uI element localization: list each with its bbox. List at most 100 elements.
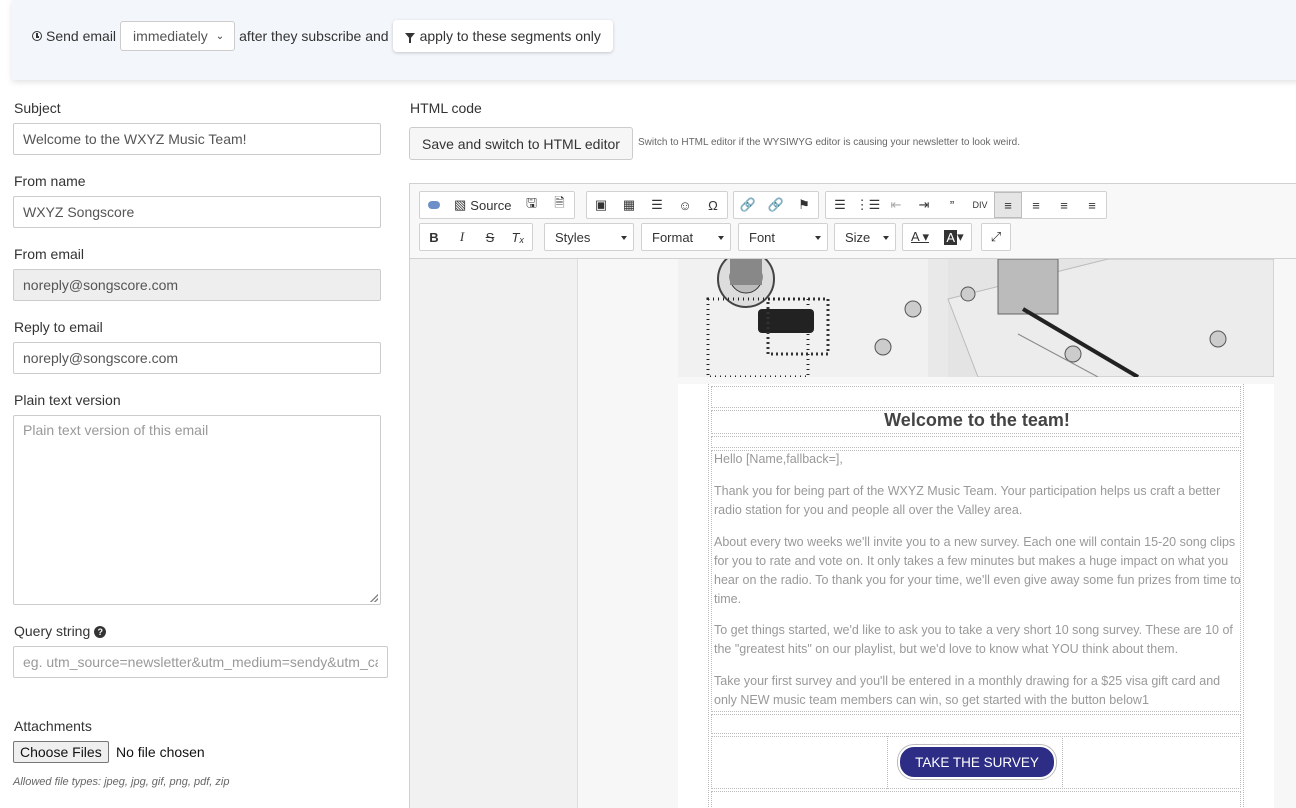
toolbar-group-links: 🔗 🔗 ⚑ <box>733 191 819 219</box>
reply-to-input[interactable]: noreply@songscore.com <box>13 342 381 374</box>
size-combo[interactable]: Size <box>834 223 896 251</box>
indent-icon[interactable]: ⇥ <box>910 192 938 218</box>
plain-text-textarea[interactable]: Plain text version of this email <box>13 415 381 605</box>
email-content-column: Welcome to the team! Hello [Name,fallbac… <box>708 384 1244 808</box>
filter-icon <box>404 33 415 43</box>
source-icon: ▧ <box>454 197 467 212</box>
preview-icon[interactable]: 🗎 <box>546 192 574 218</box>
segments-button-label: apply to these segments only <box>419 28 601 44</box>
plain-text-placeholder: Plain text version of this email <box>23 422 209 438</box>
help-icon[interactable]: ? <box>94 626 107 638</box>
toolbar-group-tools: ⤢ <box>981 223 1011 251</box>
switch-editor-note: Switch to HTML editor if the WYSIWYG edi… <box>638 137 1020 148</box>
email-greeting[interactable]: Hello [Name,fallback=], <box>714 450 1244 469</box>
email-paragraph-3[interactable]: To get things started, we'd like to ask … <box>714 621 1244 659</box>
numbered-list-icon[interactable]: ☰ <box>826 192 854 218</box>
div-container-icon[interactable]: DIV <box>966 192 994 218</box>
smiley-icon[interactable]: ☺ <box>671 192 699 218</box>
header-mixer-image[interactable] <box>678 259 1274 377</box>
align-center-icon[interactable]: ≡ <box>1022 192 1050 218</box>
format-label: Format <box>652 229 694 245</box>
editor-toolbar: ▧ Source 🖫 🗎 ▣ ▦ ☰ ☺ Ω 🔗 🔗 ⚑ ☰ ⋮☰ ⇤ ⇥ ” D… <box>410 184 1296 259</box>
subject-input[interactable]: Welcome to the WXYZ Music Team! <box>13 123 381 155</box>
from-email-input: noreply@songscore.com <box>13 269 381 301</box>
email-paragraph-1[interactable]: Thank you for being part of the WXYZ Mus… <box>714 482 1244 520</box>
background-color-icon[interactable]: A ▾ <box>937 224 971 250</box>
image-icon[interactable]: ▣ <box>587 192 615 218</box>
format-combo[interactable]: Format <box>641 223 731 251</box>
editor-logo-icon[interactable] <box>420 192 448 218</box>
take-survey-button[interactable]: TAKE THE SURVEY <box>898 745 1056 779</box>
source-label: Source <box>470 197 512 213</box>
styles-label: Styles <box>555 229 591 245</box>
no-file-chosen-text: No file chosen <box>116 744 205 760</box>
query-string-placeholder: eg. utm_source=newsletter&utm_medium=sen… <box>23 654 378 670</box>
special-char-icon[interactable]: Ω <box>699 192 727 218</box>
chevron-down-icon <box>718 236 724 240</box>
source-button[interactable]: ▧ Source <box>448 192 518 218</box>
email-paragraph-4[interactable]: Take your first survey and you'll be ent… <box>714 672 1244 710</box>
spacer-block <box>711 436 1241 448</box>
bold-icon[interactable]: B <box>420 224 448 250</box>
choose-files-button[interactable]: Choose Files <box>13 741 109 763</box>
resize-handle-icon[interactable] <box>370 594 378 602</box>
size-label: Size <box>845 229 871 245</box>
clock-icon <box>32 31 42 41</box>
toolbar-group-colors: A ▾ A ▾ <box>902 223 972 251</box>
from-email-value: noreply@songscore.com <box>23 277 179 293</box>
unlink-icon: 🔗 <box>767 197 785 212</box>
plain-text-label: Plain text version <box>14 392 121 408</box>
editor-content-area[interactable]: Welcome to the team! Hello [Name,fallbac… <box>410 259 1296 808</box>
horizontal-line-icon[interactable]: ☰ <box>643 192 671 218</box>
blockquote-icon[interactable]: ” <box>938 192 966 218</box>
link-icon[interactable]: 🔗 <box>734 192 762 218</box>
outdent-icon: ⇤ <box>890 197 902 212</box>
send-email-label: Send email <box>46 28 117 44</box>
toolbar-group-insert: ▣ ▦ ☰ ☺ Ω <box>586 191 728 219</box>
wysiwyg-editor: ▧ Source 🖫 🗎 ▣ ▦ ☰ ☺ Ω 🔗 🔗 ⚑ ☰ ⋮☰ ⇤ ⇥ ” D… <box>409 183 1296 808</box>
italic-icon[interactable]: I <box>448 224 476 250</box>
subject-label: Subject <box>14 100 61 116</box>
align-left-icon[interactable]: ≡ <box>994 192 1022 218</box>
save-icon[interactable]: 🖫 <box>518 192 546 218</box>
font-combo[interactable]: Font <box>738 223 828 251</box>
spacer-block <box>711 386 1241 408</box>
timing-select-value: immediately <box>133 28 208 44</box>
chevron-down-icon: ⌄ <box>215 30 225 42</box>
switch-html-editor-button[interactable]: Save and switch to HTML editor <box>409 127 633 160</box>
justify-icon[interactable]: ≡ <box>1078 192 1106 218</box>
from-name-label: From name <box>14 173 86 189</box>
html-code-label: HTML code <box>410 100 482 116</box>
allowed-file-types: Allowed file types: jpeg, jpg, gif, png,… <box>13 776 230 788</box>
query-string-label-text: Query string <box>14 623 91 639</box>
autoresponder-settings-bar: Send email immediately ⌄ after they subs… <box>12 0 1296 80</box>
email-paragraph-2[interactable]: About every two weeks we'll invite you t… <box>714 533 1244 609</box>
timing-select[interactable]: immediately ⌄ <box>120 21 236 51</box>
strikethrough-icon[interactable]: S <box>476 224 504 250</box>
toolbar-group-document: ▧ Source 🖫 🗎 <box>419 191 575 219</box>
maximize-icon[interactable]: ⤢ <box>982 224 1010 250</box>
reply-to-label: Reply to email <box>14 319 103 335</box>
email-heading[interactable]: Welcome to the team! <box>709 410 1245 431</box>
text-color-icon[interactable]: A ▾ <box>903 224 937 250</box>
email-body: Welcome to the team! Hello [Name,fallbac… <box>678 384 1274 808</box>
font-label: Font <box>749 229 776 245</box>
from-name-value: WXYZ Songscore <box>23 204 135 220</box>
anchor-flag-icon[interactable]: ⚑ <box>790 192 818 218</box>
query-string-input[interactable]: eg. utm_source=newsletter&utm_medium=sen… <box>13 646 388 678</box>
align-right-icon[interactable]: ≡ <box>1050 192 1078 218</box>
from-name-input[interactable]: WXYZ Songscore <box>13 196 381 228</box>
chevron-down-icon <box>621 236 627 240</box>
mixing-console-image <box>678 259 1274 377</box>
table-icon[interactable]: ▦ <box>615 192 643 218</box>
toolbar-group-paragraph: ☰ ⋮☰ ⇤ ⇥ ” DIV ≡ ≡ ≡ ≡ <box>825 191 1107 219</box>
bulleted-list-icon[interactable]: ⋮☰ <box>854 192 882 218</box>
after-subscribe-label: after they subscribe and <box>239 28 389 44</box>
spacer-block <box>711 791 1241 808</box>
chevron-down-icon <box>883 236 889 240</box>
styles-combo[interactable]: Styles <box>544 223 634 251</box>
remove-format-icon[interactable]: Tₓ <box>504 224 532 250</box>
reply-to-value: noreply@songscore.com <box>23 350 179 366</box>
send-timing-row: Send email immediately ⌄ after they subs… <box>32 20 613 52</box>
segments-button[interactable]: apply to these segments only <box>392 20 613 52</box>
